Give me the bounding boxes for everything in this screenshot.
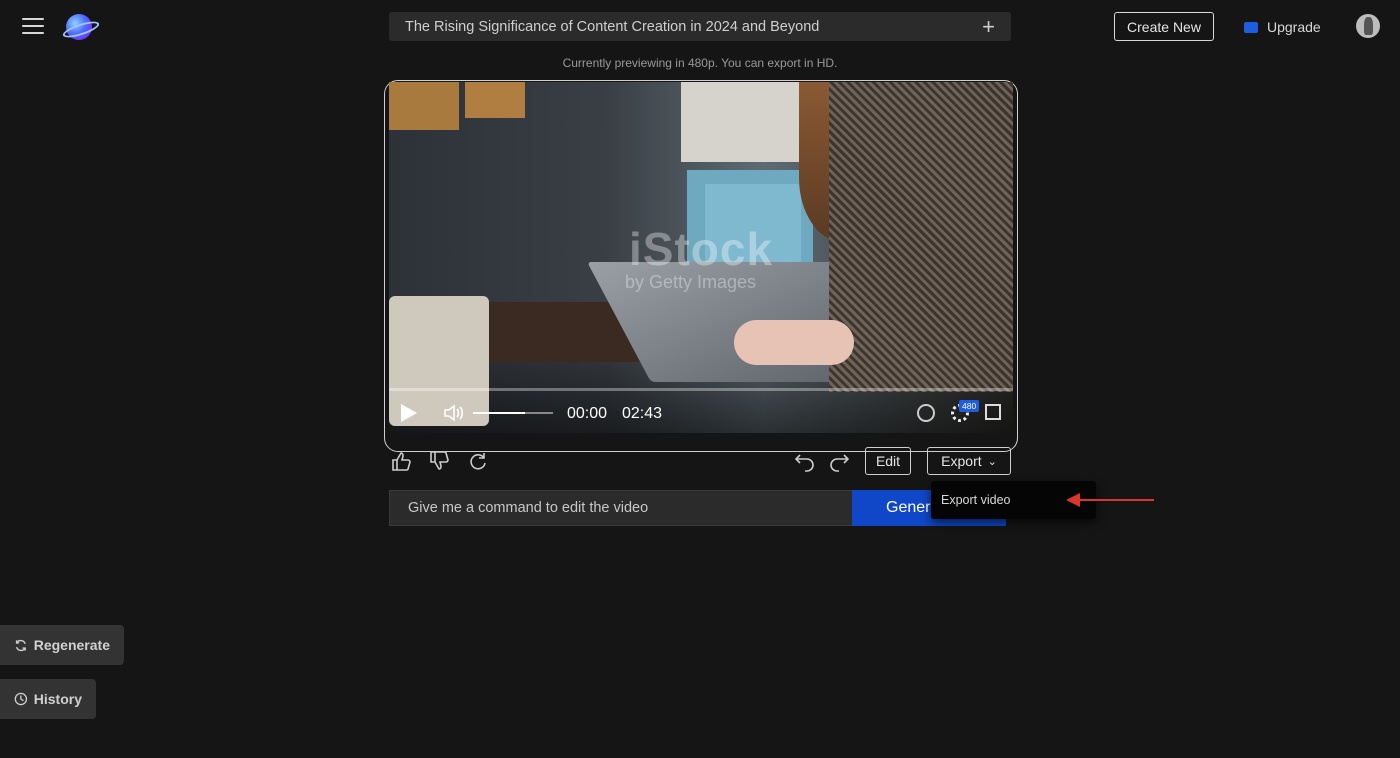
quality-badge: 480 [959, 400, 980, 412]
preview-note: Currently previewing in 480p. You can ex… [562, 56, 838, 70]
thumbs-down-icon[interactable] [428, 450, 450, 472]
hamburger-menu-icon[interactable] [22, 18, 44, 36]
refresh-icon[interactable] [466, 450, 488, 472]
export-button[interactable]: Export ⌄ [927, 447, 1011, 475]
undo-icon[interactable] [794, 450, 816, 472]
regenerate-button[interactable]: Regenerate [0, 625, 124, 665]
project-title: The Rising Significance of Content Creat… [405, 18, 820, 35]
regenerate-label: Regenerate [33, 637, 110, 653]
redo-icon[interactable] [828, 450, 850, 472]
clock-icon [14, 692, 28, 706]
user-avatar[interactable] [1356, 14, 1380, 38]
edit-label: Edit [875, 453, 901, 469]
project-title-bar[interactable]: The Rising Significance of Content Creat… [389, 12, 1011, 41]
edit-button[interactable]: Edit [865, 447, 911, 475]
video-scene-hands [734, 320, 854, 365]
upgrade-icon [1244, 21, 1258, 33]
video-scene-person [829, 82, 1013, 392]
video-scene-shelf [389, 82, 459, 130]
loop-icon[interactable] [917, 404, 935, 422]
upgrade-label: Upgrade [1267, 19, 1321, 35]
annotation-arrow-head [1066, 493, 1080, 507]
fullscreen-icon[interactable] [985, 404, 1001, 420]
video-progress-bar[interactable] [389, 388, 1013, 391]
volume-icon[interactable] [443, 404, 465, 422]
current-time: 00:00 [567, 405, 608, 422]
upgrade-button[interactable]: Upgrade [1244, 17, 1321, 37]
watermark-sub: by Getty Images [625, 272, 757, 292]
create-new-button[interactable]: Create New [1114, 12, 1214, 41]
duration: 02:43 [622, 405, 663, 422]
video-scene-shelf [681, 82, 799, 162]
play-icon[interactable] [401, 404, 417, 422]
history-label: History [33, 691, 82, 707]
chevron-down-icon: ⌄ [987, 455, 997, 468]
regenerate-icon [15, 639, 26, 651]
video-player[interactable]: iStock by Getty Images 00:00 02:43 480 [389, 82, 1013, 433]
annotation-arrow-line [1078, 499, 1154, 501]
command-input[interactable] [389, 490, 852, 526]
export-video-menu-item[interactable]: Export video [941, 493, 1010, 507]
watermark-main: iStock [629, 223, 774, 275]
volume-slider-fill [473, 412, 525, 414]
plus-icon[interactable]: + [982, 15, 995, 38]
history-button[interactable]: History [0, 679, 96, 719]
thumbs-up-icon[interactable] [390, 450, 412, 472]
app-logo[interactable] [66, 14, 92, 40]
export-label: Export [941, 453, 982, 469]
video-scene-shelf [465, 82, 525, 118]
video-controls: 00:00 02:43 480 [389, 396, 1013, 432]
